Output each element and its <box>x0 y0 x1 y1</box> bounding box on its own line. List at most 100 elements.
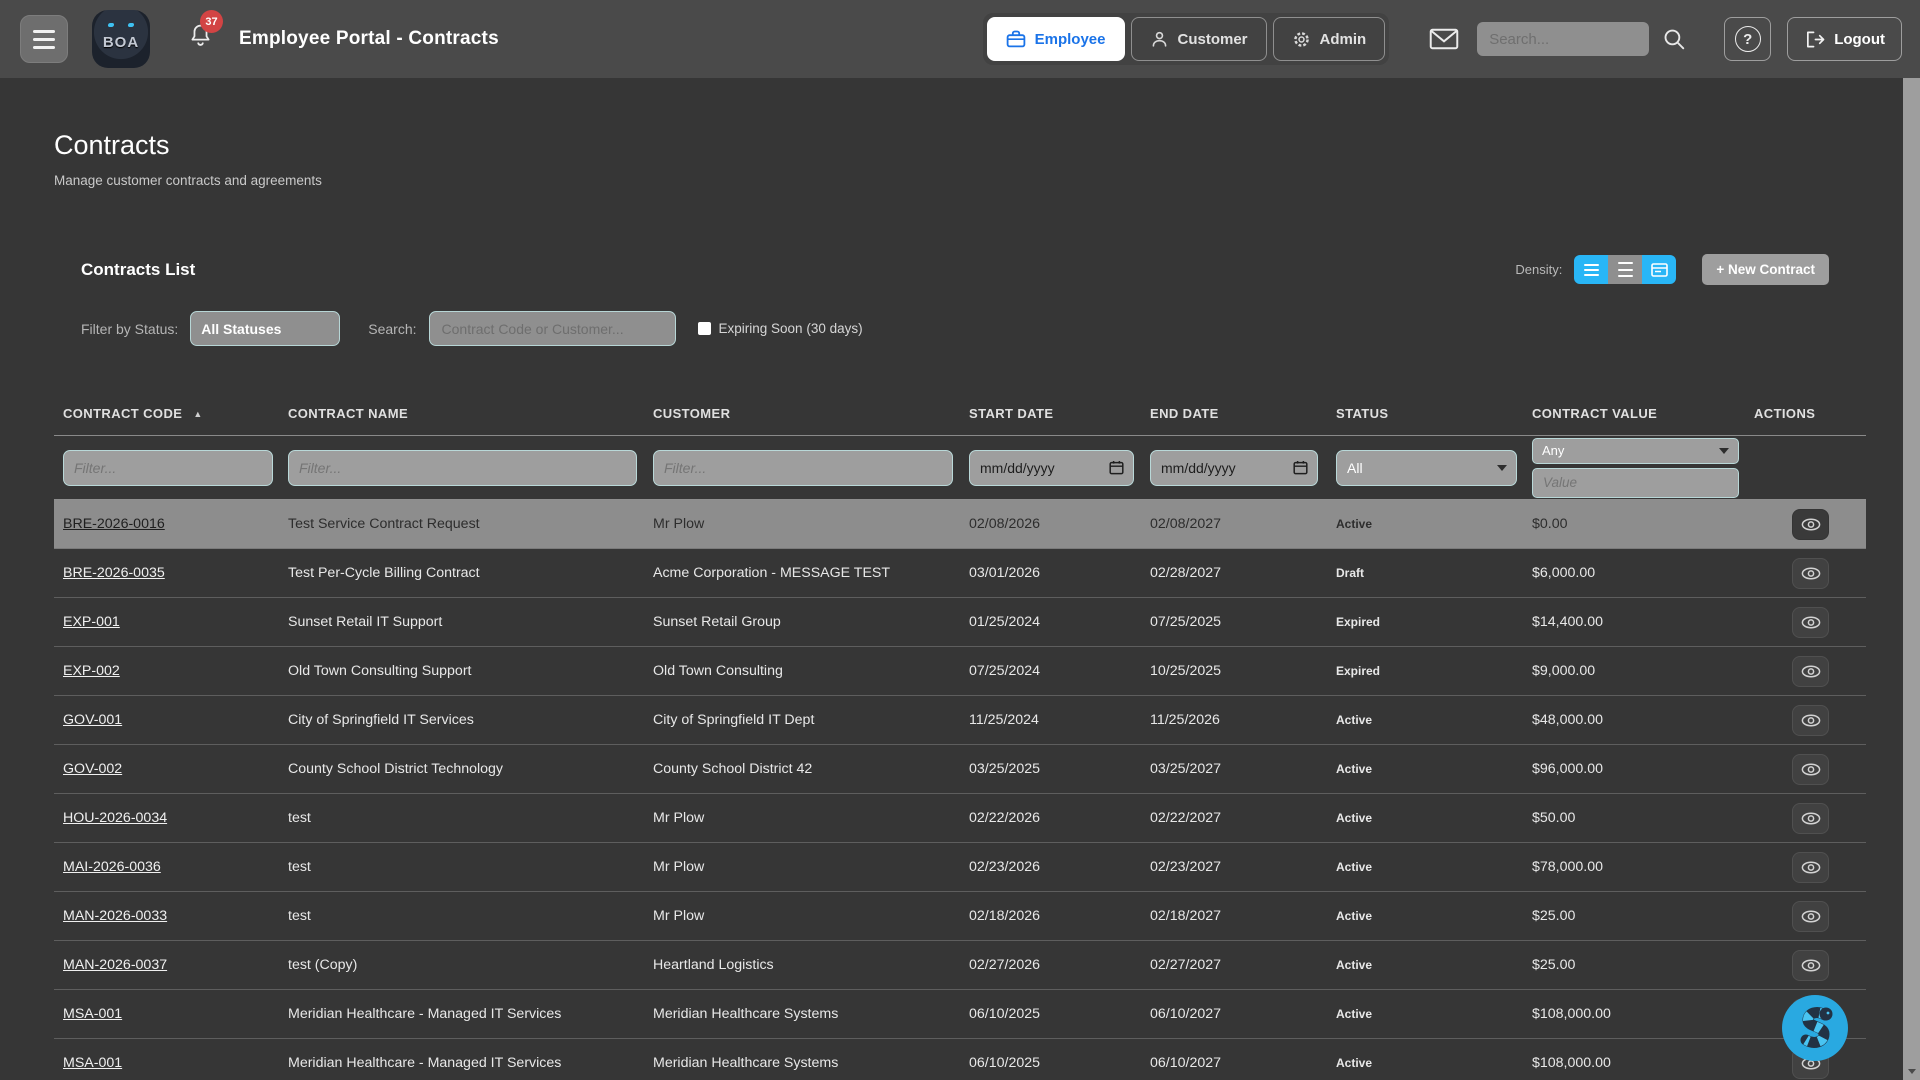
notification-badge: 37 <box>200 10 223 33</box>
end-date-cell: 02/08/2027 <box>1142 516 1328 532</box>
scrollbar-thumb[interactable] <box>1903 78 1920 1062</box>
density-toggle-group <box>1574 255 1676 284</box>
gear-icon <box>1292 30 1311 49</box>
list-search-input[interactable] <box>429 311 676 346</box>
table-row[interactable]: MSA-001 Meridian Healthcare - Managed IT… <box>54 990 1866 1039</box>
start-date-cell: 02/22/2026 <box>961 810 1142 826</box>
tab-employee[interactable]: Employee <box>987 17 1125 61</box>
expiring-soon-checkbox[interactable] <box>698 322 711 335</box>
expiring-soon-filter[interactable]: Expiring Soon (30 days) <box>698 321 863 336</box>
search-button[interactable] <box>1663 28 1686 51</box>
contract-code-link[interactable]: MAI-2026-0036 <box>63 859 161 875</box>
contract-value-cell: $108,000.00 <box>1524 1055 1746 1071</box>
value-operator-select[interactable]: Any <box>1532 438 1739 464</box>
eye-icon <box>1801 861 1821 874</box>
view-contract-button[interactable] <box>1792 852 1829 883</box>
table-row[interactable]: HOU-2026-0034 test Mr Plow 02/22/2026 02… <box>54 794 1866 843</box>
view-contract-button[interactable] <box>1792 950 1829 981</box>
view-contract-button[interactable] <box>1792 656 1829 687</box>
end-date-cell: 02/23/2027 <box>1142 859 1328 875</box>
column-header-contract-value[interactable]: CONTRACT VALUE <box>1524 406 1746 421</box>
table-row[interactable]: MAN-2026-0033 test Mr Plow 02/18/2026 02… <box>54 892 1866 941</box>
contract-code-link[interactable]: MSA-001 <box>63 1055 122 1071</box>
view-contract-button[interactable] <box>1792 754 1829 785</box>
contract-code-link[interactable]: GOV-001 <box>63 712 122 728</box>
column-header-contract-code[interactable]: CONTRACT CODE ▲ <box>54 406 280 421</box>
table-row[interactable]: MAN-2026-0037 test (Copy) Heartland Logi… <box>54 941 1866 990</box>
status-cell: Active <box>1328 909 1524 923</box>
table-row[interactable]: MSA-001 Meridian Healthcare - Managed IT… <box>54 1039 1866 1080</box>
mail-button[interactable] <box>1429 27 1459 51</box>
portal-switcher: Employee Customer Admin <box>983 13 1390 65</box>
snake-mascot-icon <box>1794 1005 1836 1051</box>
column-header-contract-name[interactable]: CONTRACT NAME <box>280 406 645 421</box>
logout-button[interactable]: Logout <box>1787 17 1902 61</box>
column-header-start-date[interactable]: START DATE <box>961 406 1142 421</box>
view-contract-button[interactable] <box>1792 607 1829 638</box>
new-contract-button[interactable]: + New Contract <box>1702 254 1829 285</box>
contract-code-link[interactable]: BRE-2026-0035 <box>63 565 165 581</box>
contract-code-link[interactable]: EXP-002 <box>63 663 120 679</box>
contract-code-link[interactable]: MSA-001 <box>63 1006 122 1022</box>
table-body: BRE-2026-0016 Test Service Contract Requ… <box>54 500 1866 1080</box>
contract-code-link[interactable]: EXP-001 <box>63 614 120 630</box>
view-contract-button[interactable] <box>1792 803 1829 834</box>
contract-name-cell: County School District Technology <box>280 761 645 777</box>
view-contract-button[interactable] <box>1792 558 1829 589</box>
notifications-button[interactable]: 37 <box>188 23 213 55</box>
contract-name-cell: test <box>280 859 645 875</box>
tab-admin[interactable]: Admin <box>1273 17 1386 61</box>
status-column-filter-select[interactable]: All <box>1336 450 1517 486</box>
contract-code-link[interactable]: MAN-2026-0033 <box>63 908 167 924</box>
tab-customer[interactable]: Customer <box>1131 17 1267 61</box>
eye-icon <box>1801 616 1821 629</box>
customer-cell: Mr Plow <box>645 908 961 924</box>
hamburger-menu-button[interactable] <box>20 15 68 63</box>
view-contract-button[interactable] <box>1792 509 1829 540</box>
table-row[interactable]: EXP-002 Old Town Consulting Support Old … <box>54 647 1866 696</box>
eye-icon <box>1801 763 1821 776</box>
status-filter-wrap: All <box>1336 450 1517 486</box>
contract-code-link[interactable]: MAN-2026-0037 <box>63 957 167 973</box>
global-search-input[interactable] <box>1477 22 1649 56</box>
start-date-cell: 02/08/2026 <box>961 516 1142 532</box>
value-column-filter-input[interactable] <box>1532 468 1739 498</box>
table-row[interactable]: BRE-2026-0035 Test Per-Cycle Billing Con… <box>54 549 1866 598</box>
status-filter-select[interactable]: All Statuses <box>190 311 340 346</box>
table-row[interactable]: BRE-2026-0016 Test Service Contract Requ… <box>54 500 1866 549</box>
name-column-filter-input[interactable] <box>288 450 637 486</box>
customer-cell: Meridian Healthcare Systems <box>645 1006 961 1022</box>
contract-code-link[interactable]: GOV-002 <box>63 761 122 777</box>
contract-value-cell: $108,000.00 <box>1524 1006 1746 1022</box>
density-card-button[interactable] <box>1642 255 1676 284</box>
column-header-customer[interactable]: CUSTOMER <box>645 406 961 421</box>
density-comfortable-button[interactable] <box>1608 255 1642 284</box>
column-header-end-date[interactable]: END DATE <box>1142 406 1328 421</box>
table-row[interactable]: GOV-001 City of Springfield IT Services … <box>54 696 1866 745</box>
help-button[interactable]: ? <box>1724 17 1771 61</box>
logo-eyes-decoration <box>108 23 134 27</box>
column-header-status[interactable]: STATUS <box>1328 406 1524 421</box>
table-row[interactable]: EXP-001 Sunset Retail IT Support Sunset … <box>54 598 1866 647</box>
density-compact-button[interactable] <box>1574 255 1608 284</box>
vertical-scrollbar[interactable] <box>1903 78 1920 1080</box>
end-date-filter-input[interactable]: mm/dd/yyyy <box>1150 450 1318 486</box>
contract-code-link[interactable]: HOU-2026-0034 <box>63 810 167 826</box>
view-contract-button[interactable] <box>1792 901 1829 932</box>
code-column-filter-input[interactable] <box>63 450 273 486</box>
customer-cell: Acme Corporation - MESSAGE TEST <box>645 565 961 581</box>
assistant-fab-button[interactable] <box>1782 995 1848 1061</box>
contract-value-cell: $78,000.00 <box>1524 859 1746 875</box>
start-date-filter-input[interactable]: mm/dd/yyyy <box>969 450 1134 486</box>
contract-code-link[interactable]: BRE-2026-0016 <box>63 516 165 532</box>
view-contract-button[interactable] <box>1792 705 1829 736</box>
eye-icon <box>1801 812 1821 825</box>
start-date-cell: 02/27/2026 <box>961 957 1142 973</box>
table-row[interactable]: MAI-2026-0036 test Mr Plow 02/23/2026 02… <box>54 843 1866 892</box>
customer-column-filter-input[interactable] <box>653 450 953 486</box>
table-row[interactable]: GOV-002 County School District Technolog… <box>54 745 1866 794</box>
contract-value-cell: $25.00 <box>1524 908 1746 924</box>
scrollbar-down-button[interactable] <box>1903 1062 1920 1080</box>
contract-value-cell: $9,000.00 <box>1524 663 1746 679</box>
list-header-controls: Density: + New Contract <box>1515 254 1829 285</box>
